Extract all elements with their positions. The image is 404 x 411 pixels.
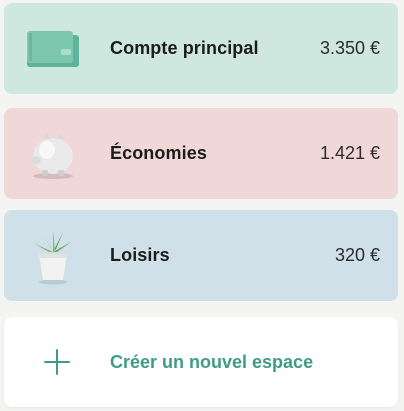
piggy-bank-icon	[22, 123, 84, 185]
wallet-icon	[22, 18, 84, 80]
space-name: Économies	[110, 143, 207, 163]
plus-icon	[42, 347, 72, 377]
space-name: Loisirs	[110, 245, 170, 265]
space-balance: 1.421 €	[319, 143, 380, 163]
create-space-label: Créer un nouvel espace	[110, 351, 314, 372]
space-name: Compte principal	[110, 38, 259, 58]
spaces-list: Compte principal 3.350 € Économies 1.421…	[0, 0, 404, 411]
space-balance: 3.350 €	[319, 38, 380, 58]
space-card-savings[interactable]: Économies 1.421 €	[4, 108, 398, 199]
space-balance: 320 €	[334, 245, 380, 265]
create-space-button[interactable]: Créer un nouvel espace	[4, 317, 398, 407]
space-card-leisure[interactable]: Loisirs 320 €	[4, 210, 398, 301]
potted-plant-icon	[22, 225, 84, 287]
space-card-main-account[interactable]: Compte principal 3.350 €	[4, 3, 398, 94]
